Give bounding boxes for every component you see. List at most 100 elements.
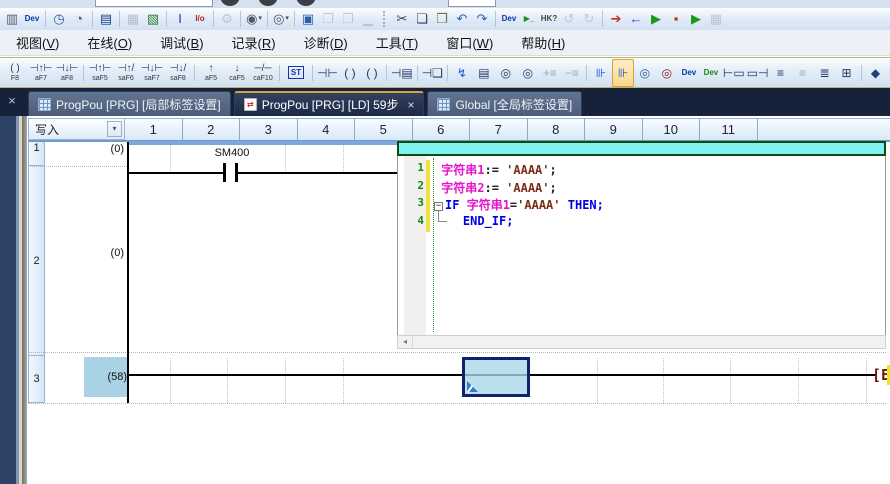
clipped-combo-box[interactable] bbox=[95, 0, 213, 7]
align-top-button[interactable]: ≡ bbox=[770, 59, 792, 87]
invert-result-button[interactable]: ─/─caF10 bbox=[250, 59, 276, 87]
statement-edit-button[interactable]: ⊣❏ bbox=[421, 59, 444, 87]
note-merge-button[interactable]: ⊞ bbox=[836, 59, 858, 87]
pull-left-button[interactable]: ⊢▭ bbox=[722, 59, 746, 87]
cross-reference-icon[interactable]: ◷ bbox=[49, 10, 69, 28]
plc-cutoff-icon[interactable]: ▦ bbox=[706, 10, 726, 28]
cut-icon[interactable]: ✂ bbox=[392, 10, 412, 28]
tool-icon[interactable]: ⚙ bbox=[217, 10, 237, 28]
redo-icon[interactable]: ↷ bbox=[472, 10, 492, 28]
menu-b[interactable]: 调试(B) bbox=[146, 30, 217, 55]
copy-icon[interactable]: ❏ bbox=[412, 10, 432, 28]
falling-pulse-button[interactable]: ⊣↓⊢aF8 bbox=[54, 59, 80, 87]
device-jump-button[interactable]: Dev bbox=[700, 59, 722, 87]
paste-icon[interactable]: ❒ bbox=[432, 10, 452, 28]
scroll-left-icon[interactable]: ◂ bbox=[398, 336, 413, 348]
label-editor-icon[interactable]: ▧ bbox=[143, 10, 163, 28]
device-search-button[interactable]: Dev bbox=[678, 59, 700, 87]
rung-1-wire[interactable] bbox=[129, 172, 225, 174]
st-code-line-1[interactable]: 字符串1:= 'AAAA'; bbox=[434, 161, 883, 177]
outline-list-icon[interactable]: ▤ bbox=[96, 10, 116, 28]
io-assignment-icon[interactable]: I/o bbox=[190, 10, 210, 28]
rung-number-1[interactable]: 1 bbox=[28, 142, 45, 166]
pulse-open-rise-button[interactable]: ⊣↑⊢saF5 bbox=[87, 59, 113, 87]
edit-mode-cell[interactable]: 写入 ▾ bbox=[28, 118, 125, 140]
chevron-down-icon[interactable]: ▾ bbox=[107, 121, 122, 137]
sync-right-icon[interactable]: ↻ bbox=[579, 10, 599, 28]
align-bottom-button[interactable]: ≡ bbox=[792, 59, 814, 87]
monitor-stop-icon[interactable]: ▪ bbox=[666, 10, 686, 28]
device-comment-button[interactable]: ⊣▤ bbox=[390, 59, 414, 87]
write-to-plc-icon[interactable]: ➔ bbox=[606, 10, 626, 28]
edit-contact-button[interactable]: ⊣⊢ bbox=[316, 59, 339, 87]
doc-gen-button[interactable]: ▤ bbox=[473, 59, 495, 87]
undo-icon[interactable]: ↶ bbox=[452, 10, 472, 28]
search-a-button[interactable]: ◎ bbox=[495, 59, 517, 87]
window-tile-icon[interactable]: ❒ bbox=[338, 10, 358, 28]
text-edit-icon[interactable]: I bbox=[170, 10, 190, 28]
tree-view-active-button[interactable]: ⊪ bbox=[612, 59, 634, 87]
menu-d[interactable]: 诊断(D) bbox=[290, 30, 362, 55]
menu-t[interactable]: 工具(T) bbox=[362, 30, 433, 55]
edit-coil-button[interactable]: ( ) bbox=[339, 59, 361, 87]
pulse-close-fall-button[interactable]: ⊣↓/saF8 bbox=[165, 59, 191, 87]
doc-partial-icon[interactable]: ▥ bbox=[2, 10, 22, 28]
search-b-button[interactable]: ◎ bbox=[517, 59, 539, 87]
menu-h[interactable]: 帮助(H) bbox=[507, 30, 579, 55]
tab-global-label[interactable]: Global [全局标签设置] bbox=[427, 91, 582, 116]
rung-number-3[interactable]: 3 bbox=[28, 356, 45, 403]
device-monitor-icon[interactable]: Dev bbox=[22, 10, 42, 28]
pulse-close-rise-button[interactable]: ⊣↑/saF6 bbox=[113, 59, 139, 87]
rung-number-2[interactable]: 2 bbox=[28, 166, 45, 356]
device-find-icon[interactable]: Dev bbox=[499, 10, 519, 28]
watch-display-icon[interactable]: ◉▾ bbox=[244, 10, 264, 28]
contact-symbol[interactable] bbox=[235, 163, 238, 182]
close-icon[interactable]: × bbox=[407, 98, 414, 112]
terminal-find-icon[interactable]: ▶_ bbox=[519, 10, 539, 28]
inline-st-code-area[interactable]: 1 字符串1:= 'AAAA';2 字符串2:= 'AAAA';3−IF 字符串… bbox=[397, 156, 886, 335]
edit-branch-button[interactable]: ( ) bbox=[361, 59, 383, 87]
st-horizontal-scrollbar[interactable]: ◂ bbox=[397, 335, 886, 349]
st-code-line-4[interactable]: END_IF; bbox=[434, 214, 883, 230]
erase-button[interactable]: ◎ bbox=[656, 59, 678, 87]
rung-1-wire[interactable] bbox=[238, 172, 397, 174]
coil-button[interactable]: ( )F8 bbox=[2, 59, 28, 87]
fold-minus-icon[interactable]: − bbox=[434, 202, 443, 211]
print-icon[interactable]: ▦ bbox=[123, 10, 143, 28]
menu-o[interactable]: 在线(O) bbox=[73, 30, 146, 55]
register-a-button[interactable]: ◆ bbox=[865, 59, 887, 87]
zoom-tool-icon[interactable]: ◎▾ bbox=[271, 10, 291, 28]
read-from-plc-icon[interactable]: ← bbox=[626, 10, 646, 28]
menu-v[interactable]: 视图(V) bbox=[2, 30, 73, 55]
rise-convert-button[interactable]: ↑aF5 bbox=[198, 59, 224, 87]
row-delete-button[interactable]: −≡ bbox=[561, 59, 583, 87]
hkey-find-icon[interactable]: HK? bbox=[539, 10, 559, 28]
register-b-button[interactable]: ◆ bbox=[887, 59, 890, 87]
inline-st-box-header[interactable] bbox=[397, 141, 886, 156]
minimize-icon[interactable]: ▁ bbox=[358, 10, 378, 28]
window-cascade-icon[interactable]: ❐ bbox=[318, 10, 338, 28]
splitter-bar[interactable] bbox=[22, 116, 27, 484]
step-number-rung-3-selected[interactable]: (58) bbox=[84, 357, 127, 397]
st-code-line-3[interactable]: −IF 字符串1='AAAA' THEN; bbox=[434, 196, 883, 212]
row-insert-button[interactable]: +≡ bbox=[539, 59, 561, 87]
batch-monitor-icon[interactable]: ◔ bbox=[69, 10, 89, 28]
inline-st-box-button[interactable]: ST bbox=[283, 59, 309, 87]
statement-list-button[interactable]: ≣ bbox=[814, 59, 836, 87]
easy-edit-button[interactable]: ↯ bbox=[451, 59, 473, 87]
tab-progpou-ld[interactable]: ⇄ProgPou [PRG] [LD] 59步× bbox=[234, 91, 425, 116]
monitor-mode-icon[interactable]: ▶ bbox=[686, 10, 706, 28]
monitor-start-icon[interactable]: ▶ bbox=[646, 10, 666, 28]
find-magnifier-button[interactable]: ◎ bbox=[634, 59, 656, 87]
contact-symbol[interactable] bbox=[223, 163, 226, 182]
window-search-icon[interactable]: ▣ bbox=[298, 10, 318, 28]
sync-left-icon[interactable]: ↺ bbox=[559, 10, 579, 28]
close-icon[interactable]: × bbox=[4, 93, 20, 109]
st-code-line-2[interactable]: 字符串2:= 'AAAA'; bbox=[434, 179, 883, 195]
fall-convert-button[interactable]: ↓caF5 bbox=[224, 59, 250, 87]
tab-progpou-local-label[interactable]: ProgPou [PRG] [局部标签设置] bbox=[28, 91, 231, 116]
menu-r[interactable]: 记录(R) bbox=[218, 30, 290, 55]
pull-right-button[interactable]: ▭⊣ bbox=[746, 59, 770, 87]
clipped-combo-box-2[interactable] bbox=[448, 0, 496, 7]
tree-view-button[interactable]: ⊪ bbox=[590, 59, 612, 87]
